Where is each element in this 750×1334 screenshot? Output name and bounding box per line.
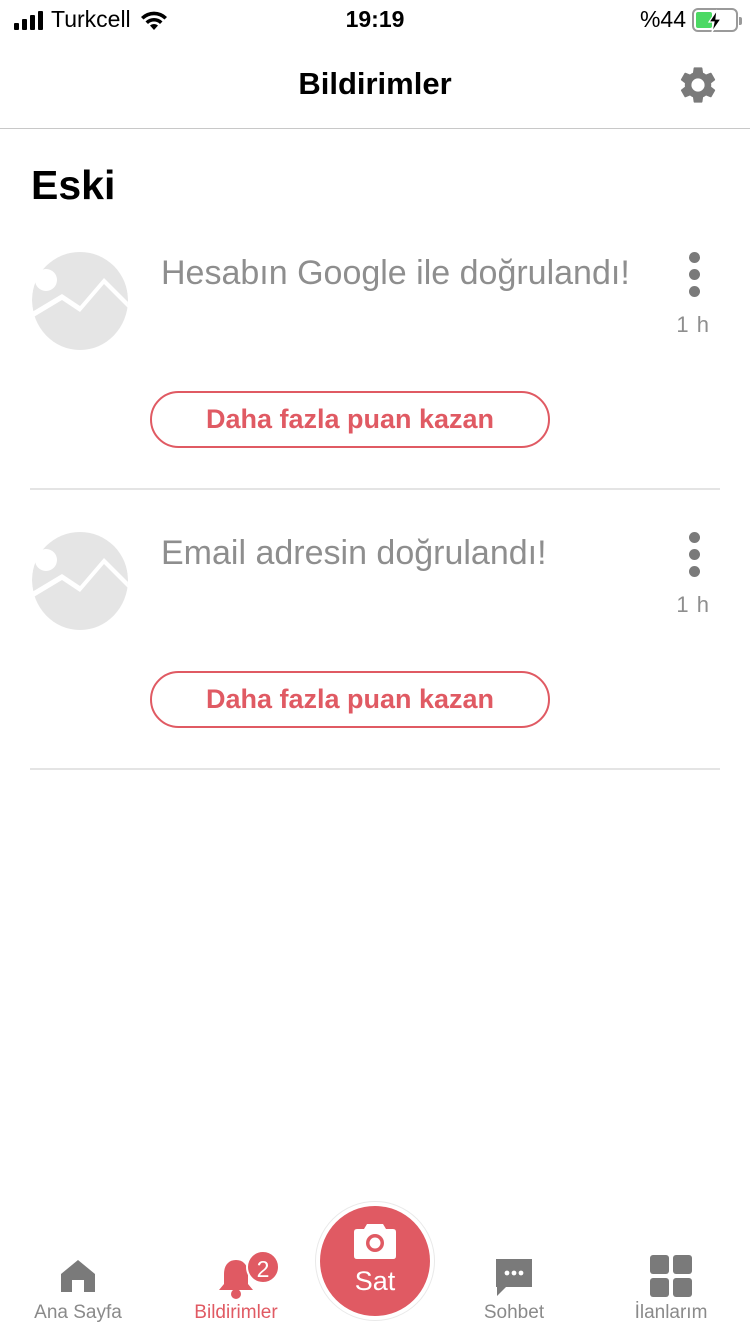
tab-label: Sohbet (483, 1302, 545, 1323)
notification-item[interactable]: Hesabın Google ile doğrulandı! 1 h Daha … (30, 210, 720, 490)
status-bar: Turkcell 19:19 %44 (0, 0, 750, 40)
section-title: Eski (31, 162, 116, 208)
nav-header: Bildirimler (0, 40, 750, 129)
battery-icon (692, 7, 742, 32)
home-icon (61, 1260, 95, 1292)
more-vertical-icon[interactable] (682, 252, 706, 300)
sell-button[interactable]: Sat (320, 1206, 430, 1316)
status-right: %44 (639, 6, 742, 33)
image-placeholder-icon (32, 530, 128, 630)
clock: 19:19 (345, 6, 405, 32)
page-title: Bildirimler (298, 66, 452, 101)
notification-time: 1 h (676, 312, 710, 337)
charging-bolt-icon (707, 9, 723, 32)
more-vertical-icon[interactable] (682, 532, 706, 580)
camera-icon (354, 1224, 396, 1259)
chat-bubble-icon (496, 1259, 532, 1296)
notification-text: Hesabın Google ile doğrulandı! (161, 254, 630, 292)
tab-notifications[interactable]: 2 Bildirimler (176, 1224, 296, 1334)
gear-icon[interactable] (676, 63, 720, 107)
notification-count-badge: 2 (246, 1250, 280, 1284)
tab-label: İlanlarım (634, 1302, 708, 1323)
tab-home[interactable]: Ana Sayfa (18, 1224, 138, 1334)
battery-percent: %44 (639, 6, 686, 32)
earn-more-points-button[interactable]: Daha fazla puan kazan (150, 391, 550, 448)
tab-chat[interactable]: Sohbet (454, 1224, 574, 1334)
image-placeholder-icon (32, 250, 128, 350)
tab-label: Ana Sayfa (34, 1302, 122, 1323)
grid-icon (650, 1255, 692, 1297)
earn-more-points-button[interactable]: Daha fazla puan kazan (150, 671, 550, 728)
tab-label: Bildirimler (194, 1302, 278, 1323)
battery-tip (739, 16, 742, 25)
tab-listings[interactable]: İlanlarım (611, 1224, 731, 1334)
notification-text: Email adresin doğrulandı! (161, 534, 547, 572)
sell-label: Sat (354, 1266, 396, 1296)
notification-item[interactable]: Email adresin doğrulandı! 1 h Daha fazla… (30, 490, 720, 770)
notification-time: 1 h (676, 592, 710, 617)
